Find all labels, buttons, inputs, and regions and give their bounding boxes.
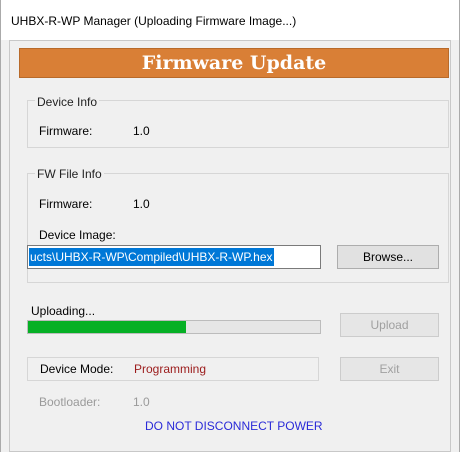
device-image-path-input[interactable]: ucts\UHBX-R-WP\Compiled\UHBX-R-WP.hex	[27, 245, 321, 269]
header-title: Firmware Update	[141, 52, 327, 74]
upload-button[interactable]: Upload	[340, 313, 439, 337]
bootloader-label: Bootloader:	[39, 395, 101, 409]
device-mode-value: Programming	[134, 362, 207, 376]
exit-button[interactable]: Exit	[340, 357, 439, 381]
upload-progress-fill	[28, 321, 186, 333]
bootloader-value: 1.0	[133, 395, 150, 409]
device-firmware-value: 1.0	[133, 124, 150, 138]
browse-button[interactable]: Browse...	[337, 245, 439, 269]
fw-file-info-legend: FW File Info	[35, 167, 104, 181]
upload-status-label: Uploading...	[31, 304, 96, 318]
device-image-label: Device Image:	[39, 228, 116, 242]
device-firmware-label: Firmware:	[39, 124, 93, 138]
power-warning: DO NOT DISCONNECT POWER	[145, 419, 323, 433]
title-bar[interactable]: UHBX-R-WP Manager (Uploading Firmware Im…	[1, 0, 459, 40]
firmware-update-header: Firmware Update	[19, 48, 449, 78]
file-firmware-value: 1.0	[133, 197, 150, 211]
device-info-legend: Device Info	[35, 95, 100, 109]
file-firmware-label: Firmware:	[39, 197, 93, 211]
device-image-path-text[interactable]: ucts\UHBX-R-WP\Compiled\UHBX-R-WP.hex	[29, 248, 274, 266]
upload-progress-bar	[27, 320, 321, 334]
device-mode-label: Device Mode:	[40, 362, 114, 376]
app-window: UHBX-R-WP Manager (Uploading Firmware Im…	[0, 0, 460, 452]
window-title: UHBX-R-WP Manager (Uploading Firmware Im…	[11, 14, 297, 28]
device-mode-box: Device Mode: Programming	[27, 357, 319, 381]
